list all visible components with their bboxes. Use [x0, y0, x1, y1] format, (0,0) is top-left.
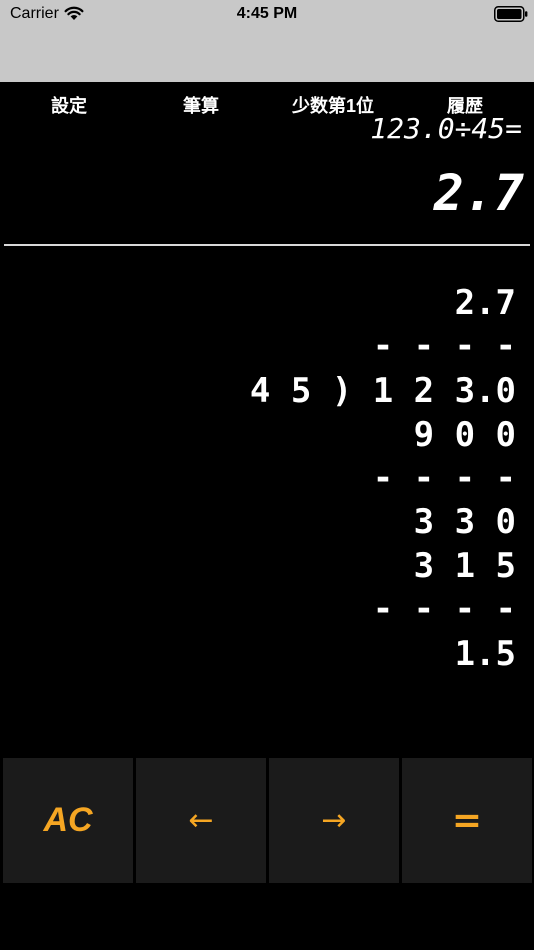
product-row: 3 1 5 — [413, 546, 516, 586]
calculator-screen: Carrier 4:45 PM 設定 筆算 少数第1位 履歴 123.0÷45=… — [0, 0, 534, 950]
remainder-row: 3 3 0 — [413, 502, 516, 542]
separator-row: - - - - — [372, 326, 516, 366]
right-arrow-button[interactable]: → — [269, 758, 399, 883]
final-remainder-row: 1.5 — [454, 634, 516, 674]
quotient-row: 2.7 — [454, 283, 516, 323]
product-row: 9 0 0 — [413, 415, 516, 455]
equals-button[interactable]: = — [402, 758, 532, 883]
left-arrow-button[interactable]: ← — [136, 758, 266, 883]
dividend-row: 4 5 ) 1 2 3.0 — [249, 371, 516, 411]
long-division-panel: 2.7 - - - - 4 5 ) 1 2 3.0 9 0 0 - - - - … — [0, 0, 534, 700]
separator-row: - - - - — [372, 458, 516, 498]
separator-row: - - - - — [372, 589, 516, 629]
all-clear-button[interactable]: AC — [3, 758, 133, 883]
keypad: AC ← → = — [3, 758, 533, 883]
